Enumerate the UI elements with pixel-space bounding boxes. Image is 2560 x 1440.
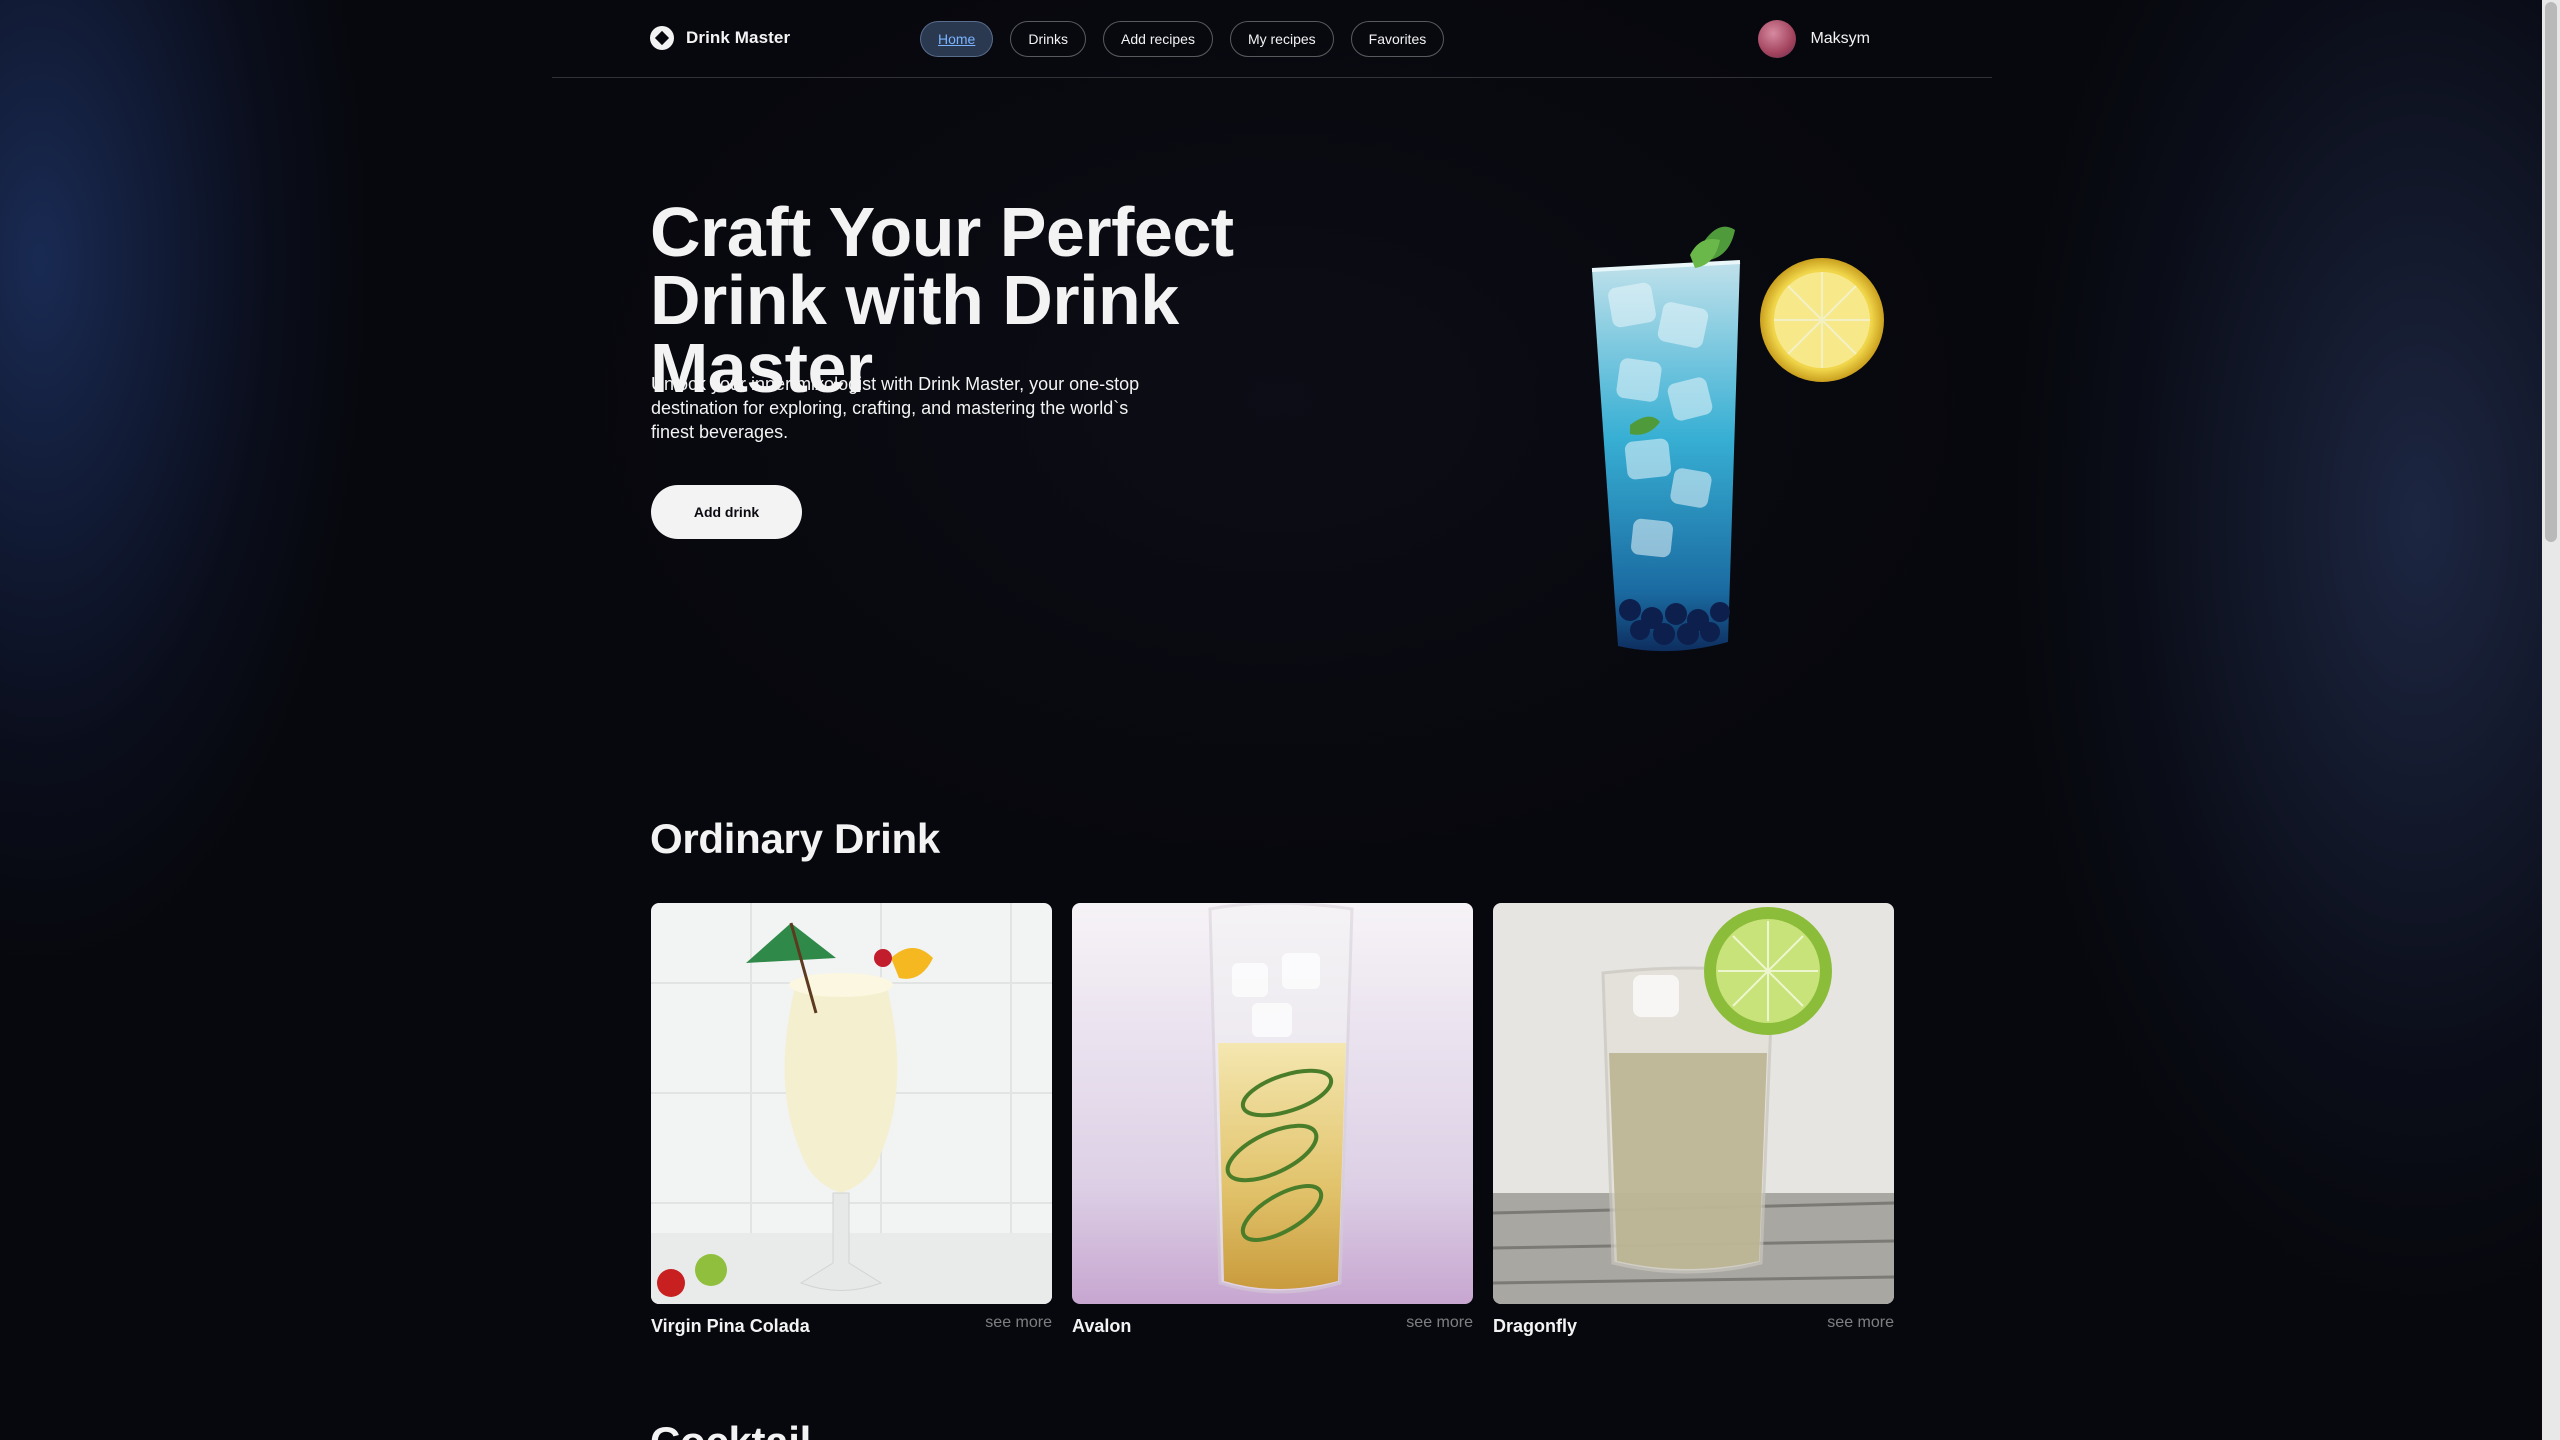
site-header: Drink Master Home Drinks Add recipes My … (552, 0, 1992, 78)
hero-cocktail-image (1591, 226, 1884, 652)
logo[interactable]: Drink Master (650, 26, 790, 50)
avatar (1758, 20, 1797, 58)
add-drink-button[interactable]: Add drink (651, 485, 802, 539)
see-more-link[interactable]: see more (985, 1314, 1052, 1332)
ordinary-drink-cards: Virgin Pina Colada see more Avalon see m… (651, 903, 1894, 1337)
hero-title-line-1: Craft Your Perfect (650, 193, 1234, 271)
avalon-image[interactable] (1072, 903, 1473, 1304)
user-name: Maksym (1810, 30, 1870, 47)
section-title-ordinary-drink: Ordinary Drink (650, 815, 940, 862)
main-nav: Home Drinks Add recipes My recipes Favor… (920, 21, 1445, 57)
drink-card-name: Avalon (1072, 1316, 1132, 1336)
drink-card: Dragonfly see more (1493, 903, 1894, 1337)
scrollbar[interactable] (2542, 0, 2560, 1440)
see-more-link[interactable]: see more (1406, 1314, 1473, 1332)
drink-card: Avalon see more (1072, 903, 1473, 1337)
drink-card-name: Dragonfly (1493, 1316, 1578, 1336)
see-more-link[interactable]: see more (1827, 1314, 1894, 1332)
nav-my-recipes[interactable]: My recipes (1229, 21, 1334, 57)
dragonfly-image[interactable] (1493, 903, 1894, 1304)
nav-favorites[interactable]: Favorites (1350, 21, 1445, 57)
scrollbar-thumb[interactable] (2545, 2, 2557, 542)
drink-card: Virgin Pina Colada see more (651, 903, 1052, 1337)
nav-drinks[interactable]: Drinks (1010, 21, 1087, 57)
logo-icon (650, 26, 674, 50)
user-menu[interactable]: Maksym (1758, 20, 1870, 58)
nav-add-recipes[interactable]: Add recipes (1103, 21, 1213, 57)
virgin-pina-colada-image[interactable] (651, 903, 1052, 1304)
drink-card-name: Virgin Pina Colada (651, 1316, 810, 1336)
nav-home[interactable]: Home (920, 21, 994, 57)
hero-description: Unlock your inner mixologist with Drink … (651, 374, 1140, 442)
section-title-cocktail: Cocktail (650, 1418, 811, 1440)
logo-text: Drink Master (686, 28, 791, 47)
